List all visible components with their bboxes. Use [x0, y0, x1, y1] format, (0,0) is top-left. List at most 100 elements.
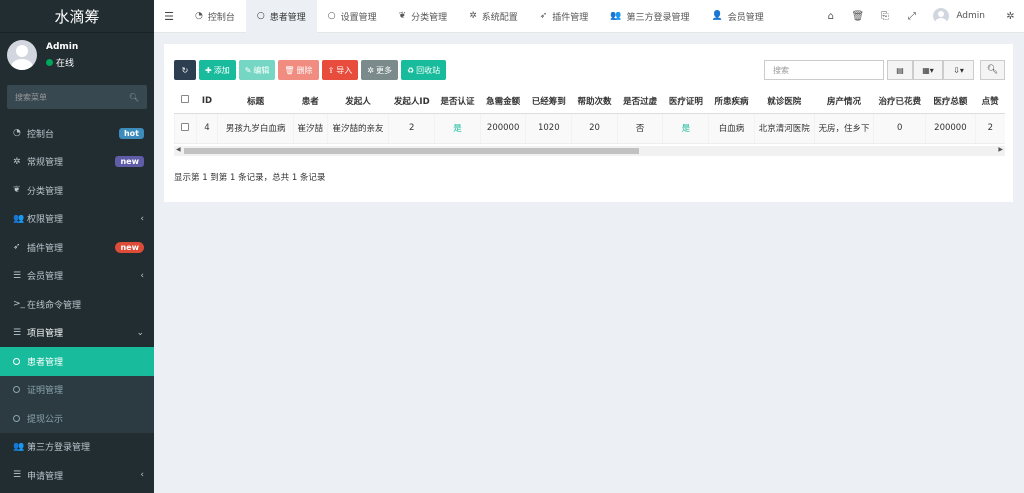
avatar [933, 8, 950, 24]
column-header[interactable]: 标题 [217, 89, 294, 114]
tab-dashboard[interactable]: ◔ 控制台 [184, 0, 246, 33]
sidebar-item-patient[interactable]: 患者管理 [0, 347, 154, 376]
tab-settings[interactable]: ○ 设置管理 [317, 0, 388, 33]
column-header[interactable]: 就诊医院 [754, 89, 815, 114]
trash-icon: 🗑︎ [284, 65, 295, 75]
tab-label: 插件管理 [552, 12, 589, 23]
table-cell: 1020 [525, 113, 572, 144]
sidebar-item-dashboard[interactable]: ◔ 控制台 hot [0, 119, 154, 148]
new-badge: new [115, 156, 144, 168]
horizontal-scrollbar[interactable]: ◀ ▶ [174, 146, 1005, 156]
user-status: 在线 [46, 56, 78, 69]
tab-label: 分类管理 [411, 12, 448, 23]
refresh-button[interactable]: ↻ [174, 60, 196, 80]
user-menu[interactable]: Admin [925, 8, 997, 24]
tab-system-config[interactable]: ✲ 系统配置 [458, 0, 529, 33]
checkbox-icon [181, 95, 190, 104]
tab-category[interactable]: ❦ 分类管理 [388, 0, 459, 33]
column-header[interactable]: 房产情况 [814, 89, 874, 114]
sidebar-item-auth[interactable]: 👥 权限管理 ‹ [0, 205, 154, 234]
menu-toggle-icon[interactable]: ☰ [154, 10, 184, 23]
column-header[interactable]: 点赞 [975, 89, 1005, 114]
chevron-left-icon: ‹ [140, 213, 144, 224]
column-header[interactable]: 急需金额 [480, 89, 526, 114]
recycle-button-label: 回收站 [416, 65, 441, 75]
medical-proof-status[interactable]: 是 [662, 113, 709, 144]
row-checkbox[interactable] [174, 113, 197, 144]
dashboard-icon: ◔ [13, 128, 21, 139]
hot-badge: hot [118, 127, 144, 139]
table-cell: 0 [873, 113, 926, 144]
more-button[interactable]: ✲ 更多 [361, 60, 398, 80]
tab-patient[interactable]: ○ 患者管理 [245, 0, 317, 33]
sidebar-item-addon[interactable]: ➶ 插件管理 new [0, 233, 154, 262]
table-cell: 2 [974, 113, 1005, 144]
select-all-checkbox[interactable] [174, 89, 197, 114]
cogs-icon[interactable]: ✲ [997, 11, 1024, 22]
export-button[interactable]: ⇩▾ [943, 60, 974, 80]
column-header[interactable]: 医疗证明 [662, 89, 709, 114]
sidebar-item-category[interactable]: ❦ 分类管理 [0, 176, 154, 205]
terminal-icon: >_ [13, 299, 26, 310]
delete-button[interactable]: 🗑︎ 删除 [278, 60, 319, 80]
sidebar-item-label: 申请管理 [27, 471, 64, 482]
sidebar-item-third-login[interactable]: 👥 第三方登录管理 [0, 433, 154, 462]
edit-button[interactable]: ✎ 编辑 [238, 60, 276, 80]
tab-label: 第三方登录管理 [626, 12, 690, 23]
search-icon[interactable]: 🔍︎ [129, 93, 139, 102]
import-button[interactable]: ⇪ 导入 [321, 60, 359, 80]
checkbox-icon [181, 122, 190, 131]
sidebar-item-command[interactable]: >_ 在线命令管理 [0, 290, 154, 319]
column-header[interactable]: 治疗已花费 [873, 89, 926, 114]
table-search-input[interactable]: 搜索 [764, 60, 884, 80]
add-button-label: 添加 [213, 65, 230, 75]
columns-button[interactable]: ▦▾ [913, 60, 943, 80]
tab-addon[interactable]: ➶ 插件管理 [529, 0, 600, 33]
new-badge: new [115, 241, 144, 253]
column-header[interactable]: 是否认证 [434, 89, 481, 114]
avatar [7, 40, 37, 70]
sidebar-item-member[interactable]: ☰ 会员管理 ‹ [0, 262, 154, 291]
app-title[interactable]: 水滴筹 [0, 0, 154, 33]
translate-icon[interactable]: ⎘ [871, 11, 898, 22]
plus-icon: ✚ [205, 65, 212, 75]
search-button[interactable]: 🔍︎ [980, 60, 1005, 80]
sidebar-item-label: 常规管理 [27, 158, 64, 169]
column-header[interactable]: 所患疾病 [708, 89, 755, 114]
sidebar-item-general[interactable]: ✲ 常规管理 new [0, 148, 154, 177]
cog-icon: ✲ [367, 65, 374, 75]
column-header[interactable]: 已经筹到 [525, 89, 572, 114]
scroll-thumb[interactable] [184, 148, 639, 154]
column-header[interactable]: ID [196, 89, 218, 114]
trash-icon[interactable]: 🗑︎ [844, 11, 871, 22]
column-header[interactable]: 帮助次数 [571, 89, 618, 114]
leaf-icon: ❦ [13, 185, 21, 196]
home-icon[interactable]: ⌂ [817, 11, 844, 22]
column-header[interactable]: 是否过虚 [617, 89, 663, 114]
tab-member[interactable]: 👤 会员管理 [701, 0, 775, 33]
scroll-left-icon[interactable]: ◀ [176, 146, 181, 153]
group-icon: 👥 [13, 213, 25, 224]
tab-third-login[interactable]: 👥 第三方登录管理 [599, 0, 700, 33]
leaf-icon: ❦ [398, 11, 407, 21]
top-right-tools: ⌂ 🗑︎ ⎘ ⤢ Admin ✲ [817, 8, 1024, 24]
column-header[interactable]: 发起人ID [388, 89, 435, 114]
sidebar-item-proof[interactable]: 证明管理 [0, 376, 154, 405]
list-icon: ☰ [13, 327, 22, 338]
sidebar-item-withdraw[interactable]: 提现公示 [0, 404, 154, 433]
sidebar-item-label: 会员管理 [27, 272, 64, 283]
table-row[interactable]: 4 男孩九岁白血病 崔汐喆 崔汐喆的亲友 2 是 200000 1020 20 … [174, 113, 1005, 144]
column-header[interactable]: 患者 [293, 89, 328, 114]
sidebar-item-apply[interactable]: ☰ 申请管理 ‹ [0, 461, 154, 490]
column-header[interactable]: 医疗总额 [925, 89, 976, 114]
sidebar-item-project[interactable]: ☰ 项目管理 ⌄ [0, 319, 154, 348]
list-icon: ☰ [13, 470, 22, 481]
scroll-right-icon[interactable]: ▶ [998, 146, 1003, 153]
column-header[interactable]: 发起人 [327, 89, 389, 114]
certified-status[interactable]: 是 [434, 113, 481, 144]
menu-search-input[interactable]: 搜索菜单 🔍︎ [7, 85, 147, 109]
recycle-button[interactable]: ♻ 回收站 [400, 60, 447, 80]
add-button[interactable]: ✚ 添加 [199, 60, 236, 80]
card-view-button[interactable]: ▤ [887, 60, 913, 80]
fullscreen-icon[interactable]: ⤢ [898, 11, 925, 22]
